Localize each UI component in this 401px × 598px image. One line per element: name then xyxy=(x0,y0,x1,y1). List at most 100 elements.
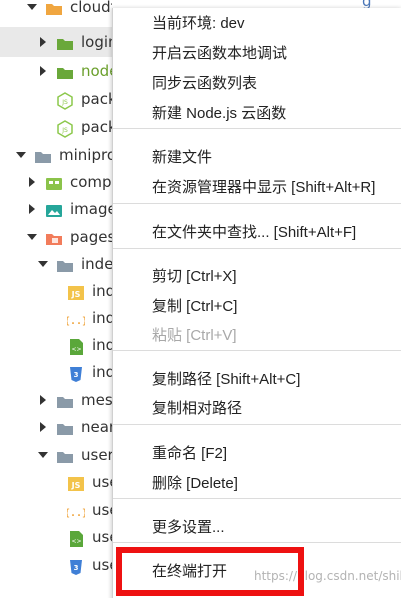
menu-item-label: 复制 [Ctrl+C] xyxy=(152,298,238,315)
chevron-right-icon[interactable] xyxy=(38,422,48,432)
menu-item-label: 更多设置... xyxy=(152,519,225,536)
chevron-down-icon[interactable] xyxy=(27,232,37,242)
tree-item-label: index xyxy=(81,255,112,273)
menu-item[interactable]: 开启云函数本地调试 xyxy=(113,39,401,69)
chevron-right-icon[interactable] xyxy=(38,37,48,47)
tree-item-label: user.wxss xyxy=(92,556,112,574)
menu-separator xyxy=(113,203,401,204)
tree-item-label: images xyxy=(70,200,112,218)
menu-item[interactable]: 复制相对路径 xyxy=(113,394,401,424)
folder-components-icon xyxy=(45,173,63,191)
tree-item-label: miniprogram xyxy=(59,146,112,164)
wxss-file-icon: 3 xyxy=(67,363,85,382)
menu-item[interactable]: 在资源管理器中显示 [Shift+Alt+R] xyxy=(113,173,401,203)
folder-images-icon xyxy=(45,200,63,218)
menu-item[interactable]: 更多设置... xyxy=(113,513,401,543)
folder-pages-icon xyxy=(45,228,63,246)
menu-item: 粘贴 [Ctrl+V] xyxy=(113,321,401,351)
tree-item-label: index.wxml xyxy=(92,336,112,354)
tree-item-label: package-lock.json xyxy=(81,118,112,136)
svg-text:{..}: {..} xyxy=(67,508,85,519)
menu-separator xyxy=(113,128,401,129)
folder-gray-icon xyxy=(56,446,74,464)
svg-text:JS: JS xyxy=(61,127,68,134)
tree-item-label: user.js xyxy=(92,473,112,491)
tree-item-label: login xyxy=(81,33,112,51)
menu-item[interactable]: 剪切 [Ctrl+X] xyxy=(113,262,401,292)
menu-item[interactable]: 在文件夹中查找... [Shift+Alt+F] xyxy=(113,218,401,248)
svg-text:{..}: {..} xyxy=(67,316,85,327)
menu-separator xyxy=(113,498,401,499)
tree-item-label: message xyxy=(81,391,112,409)
ide-window: cloudfunctions | 当前环境: d login node_module… xyxy=(0,0,401,598)
tree-item-label: package.json xyxy=(81,90,112,108)
menu-item-label: 在终端打开 xyxy=(152,563,228,580)
menu-item[interactable]: 同步云函数列表 xyxy=(113,69,401,99)
svg-text:<>: <> xyxy=(71,346,81,353)
menu-item[interactable]: 复制 [Ctrl+C] xyxy=(113,292,401,322)
menu-item-label: 复制路径 [Shift+Alt+C] xyxy=(152,371,301,388)
chevron-right-icon[interactable] xyxy=(27,177,37,187)
json-file-icon: {..} xyxy=(64,309,88,327)
menu-item[interactable]: 复制路径 [Shift+Alt+C] xyxy=(113,365,401,395)
tree-item-label: index.js xyxy=(92,282,112,300)
tree-item-label: node_modules xyxy=(81,62,112,80)
svg-text:<>: <> xyxy=(71,538,81,545)
folder-gray-icon xyxy=(34,146,52,164)
menu-item[interactable]: 新建 Node.js 云函数 xyxy=(113,99,401,129)
tree-item-label: index.json xyxy=(92,309,112,327)
chevron-down-icon[interactable] xyxy=(27,2,37,12)
menu-separator xyxy=(113,424,401,425)
js-file-icon: JS xyxy=(67,282,85,300)
folder-green-icon xyxy=(56,33,74,51)
svg-text:JS: JS xyxy=(71,290,81,299)
context-menu: 当前环境: dev 开启云函数本地调试 同步云函数列表新建 Node.js 云函数新… xyxy=(112,8,401,598)
menu-separator xyxy=(113,542,401,543)
wxss-file-icon: 3 xyxy=(67,556,85,575)
tree-item-label: user.wxml xyxy=(92,528,112,546)
chevron-right-icon[interactable] xyxy=(38,395,48,405)
tree-item-label: cloudfunctions | 当前环境: d xyxy=(70,0,112,16)
folder-orange-icon xyxy=(45,0,63,16)
menu-item[interactable]: 新建文件 xyxy=(113,143,401,173)
js-file-icon: JS xyxy=(67,473,85,491)
menu-item-label: 开启云函数本地调试 xyxy=(152,45,288,62)
chevron-down-icon[interactable] xyxy=(38,450,48,460)
menu-item[interactable]: 删除 [Delete] xyxy=(113,469,401,499)
menu-separator xyxy=(113,350,401,351)
menu-item-label: 在文件夹中查找... [Shift+Alt+F] xyxy=(152,224,357,241)
chevron-right-icon[interactable] xyxy=(27,204,37,214)
tree-item-label: index.wxss xyxy=(92,363,112,381)
js-icon: JS xyxy=(56,118,74,138)
svg-text:3: 3 xyxy=(74,564,79,572)
chevron-right-icon[interactable] xyxy=(38,66,48,76)
js-icon: JS xyxy=(56,90,74,110)
menu-item[interactable]: 重命名 [F2] xyxy=(113,439,401,469)
svg-text:3: 3 xyxy=(74,371,79,379)
tree-item-label: pages xyxy=(70,228,112,246)
wxml-file-icon: <> xyxy=(67,528,85,547)
chevron-down-icon[interactable] xyxy=(16,150,26,160)
menu-item-label: 新建 Node.js 云函数 xyxy=(152,105,287,122)
tree-item-label: nearby xyxy=(81,418,112,436)
tree-item-label: user xyxy=(81,446,112,464)
svg-text:JS: JS xyxy=(61,99,68,106)
menu-item-label: 新建文件 xyxy=(152,149,213,166)
tree-item-label: user.json xyxy=(92,501,112,519)
svg-text:JS: JS xyxy=(71,481,81,490)
folder-gray-icon xyxy=(56,418,74,436)
menu-item-label: 复制相对路径 xyxy=(152,400,243,417)
json-file-icon: {..} xyxy=(64,501,88,519)
folder-gray-icon xyxy=(56,391,74,409)
menu-item-label: 粘贴 [Ctrl+V] xyxy=(152,327,237,344)
menu-item[interactable]: 在终端打开 xyxy=(113,557,401,587)
folder-green-icon xyxy=(56,62,74,80)
tree-item-label: components xyxy=(70,173,112,191)
menu-item[interactable]: 当前环境: dev xyxy=(113,9,401,39)
menu-item-label: 同步云函数列表 xyxy=(152,75,258,92)
folder-gray-icon xyxy=(56,255,74,273)
menu-item-label: 在资源管理器中显示 [Shift+Alt+R] xyxy=(152,179,376,196)
menu-item-label: 重命名 [F2] xyxy=(152,445,228,462)
chevron-down-icon[interactable] xyxy=(38,259,48,269)
menu-item-label: 当前环境: dev xyxy=(152,15,245,32)
